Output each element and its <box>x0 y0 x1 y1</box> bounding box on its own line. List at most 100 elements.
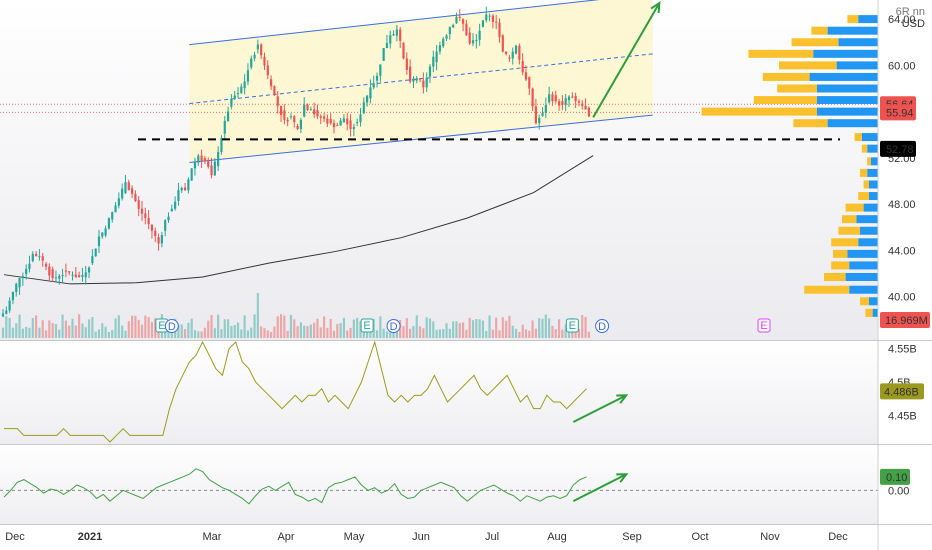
volume-bar <box>309 324 312 338</box>
volume-bar <box>31 318 34 338</box>
candle <box>177 182 180 206</box>
candle-body <box>15 283 18 293</box>
candle-body <box>412 78 415 82</box>
candle-body <box>303 104 306 117</box>
volume-bar <box>253 314 256 338</box>
volume-profile-down-bar <box>824 272 846 281</box>
earnings-marker: E <box>360 318 374 333</box>
scale-mode-label: 6R nn <box>895 6 925 18</box>
volume-bar <box>35 315 38 338</box>
price-badge-label: 55.94 <box>886 107 914 119</box>
candle-body <box>84 272 87 278</box>
volume-bar <box>438 329 442 338</box>
candle-body <box>571 96 574 98</box>
volume-bar <box>485 330 488 338</box>
volume-bar <box>385 331 389 338</box>
candle <box>21 272 24 286</box>
volume-bar <box>584 317 587 338</box>
earnings-marker-label: E <box>760 320 767 332</box>
candle <box>35 251 38 257</box>
candle <box>137 196 140 217</box>
candle-body <box>498 22 501 38</box>
candle-body <box>488 15 491 17</box>
price-badge: 55.94 <box>880 104 916 121</box>
candle-body <box>38 256 41 258</box>
candle-body <box>475 39 478 42</box>
candle-body <box>538 117 541 124</box>
dividend-marker-label: D <box>168 321 176 333</box>
candle <box>130 185 134 199</box>
candle-body <box>561 101 564 105</box>
candle <box>107 217 111 230</box>
volume-profile-up-bar <box>867 144 878 153</box>
candle <box>164 219 167 237</box>
volume-profile-up-bar <box>813 49 878 58</box>
indicator-2-badge: 0.10 <box>880 468 910 485</box>
volume-profile-up-bar <box>816 96 878 105</box>
candle-body <box>246 70 250 82</box>
candle <box>114 202 117 213</box>
volume-bar <box>293 319 296 338</box>
volume-bar <box>134 315 137 338</box>
candle-body <box>11 292 15 301</box>
time-tick-label: Sep <box>622 531 642 543</box>
volume-bar <box>468 317 471 338</box>
candle-body <box>548 94 551 103</box>
volume-bar <box>117 315 120 338</box>
candle <box>68 271 71 276</box>
volume-bar <box>508 315 511 338</box>
volume-bar <box>448 328 451 338</box>
volume-bar <box>81 323 84 338</box>
candle-body <box>425 78 428 88</box>
volume-profile-up-bar <box>838 38 878 47</box>
volume-bar <box>68 325 71 338</box>
indicator-1-badge: 4.486B <box>880 383 924 400</box>
candle-body <box>54 277 58 279</box>
candle-body <box>250 58 253 68</box>
volume-profile-up-bar <box>809 72 878 81</box>
volume-profile-down-bar <box>779 61 837 70</box>
volume-bar <box>501 317 504 338</box>
volume-bar <box>418 326 422 338</box>
candle-body <box>256 44 259 50</box>
volume-bar <box>25 326 28 338</box>
candle-body <box>260 44 263 56</box>
volume-bar <box>548 318 551 338</box>
candle-body <box>170 208 173 212</box>
candle-body <box>91 256 94 264</box>
volume-bar <box>319 327 322 338</box>
volume-profile-up-bar <box>858 238 878 247</box>
volume-bar <box>41 320 44 338</box>
candle <box>127 179 130 191</box>
volume-bar <box>11 327 15 338</box>
volume-bar <box>428 318 432 338</box>
volume-bar <box>491 329 494 338</box>
candle-body <box>266 65 269 76</box>
candle <box>5 306 8 315</box>
candle-body <box>346 118 349 125</box>
candle-body <box>332 123 336 128</box>
candle-body <box>25 268 28 275</box>
candle-body <box>445 35 448 39</box>
volume-bar <box>326 327 329 338</box>
candle-body <box>217 152 220 167</box>
volume-profile-down-bar <box>753 96 817 105</box>
volume-bar <box>213 328 216 338</box>
volume-bar <box>544 314 547 338</box>
volume-bar <box>207 320 210 338</box>
volume-bar <box>538 318 541 338</box>
candle-body <box>528 77 531 89</box>
chart-svg[interactable]: EDEDEDE 64.0060.0056.0052.0048.0044.0040… <box>0 0 932 550</box>
candle-body <box>296 125 299 129</box>
candle-body <box>144 213 147 219</box>
candle <box>402 42 405 60</box>
volume-bar <box>276 316 279 338</box>
volume-bar <box>541 318 544 338</box>
candle-body <box>200 155 203 162</box>
candle <box>150 224 154 239</box>
volume-bar <box>286 330 289 338</box>
dividend-marker-label: D <box>598 321 606 333</box>
candle-body <box>68 271 71 273</box>
volume-profile-down-bar <box>804 285 850 294</box>
candle-body <box>97 236 101 247</box>
